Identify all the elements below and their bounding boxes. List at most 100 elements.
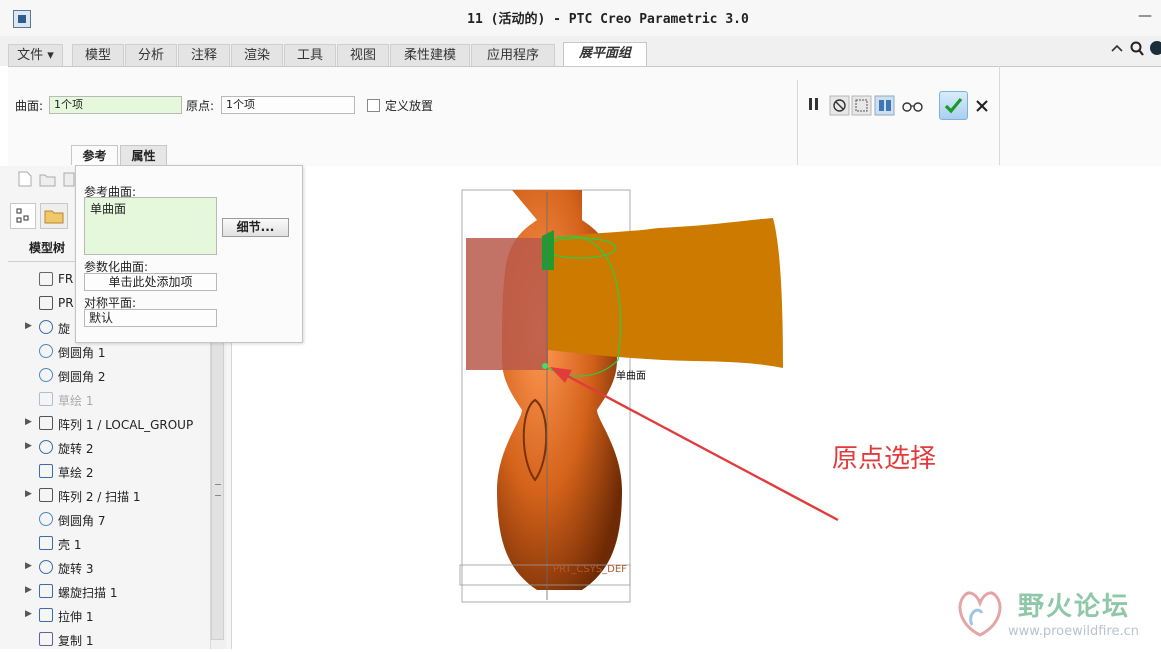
pattern-icon bbox=[39, 488, 53, 502]
tree-item[interactable]: ▶ 阵列 2 / 扫描 1 bbox=[0, 484, 210, 508]
expand-arrow-icon[interactable]: ▶ bbox=[25, 609, 32, 619]
ref-surface-list[interactable]: 单曲面 bbox=[84, 197, 217, 255]
define-placement-checkbox[interactable] bbox=[367, 99, 380, 112]
tab-tools[interactable]: 工具 bbox=[284, 44, 336, 66]
tree-item-label: 草绘 1 bbox=[58, 394, 94, 408]
tree-item-label: 螺旋扫描 1 bbox=[58, 586, 118, 600]
no-preview-icon[interactable] bbox=[829, 95, 850, 116]
ref-surface-item[interactable]: 单曲面 bbox=[90, 200, 126, 217]
tree-item-label: 倒圆角 1 bbox=[58, 346, 106, 360]
verify-glasses-icon[interactable] bbox=[902, 102, 923, 112]
round-icon bbox=[39, 344, 53, 358]
revolve-icon bbox=[39, 440, 53, 454]
expand-arrow-icon[interactable]: ▶ bbox=[25, 321, 32, 331]
nav-tab-model-tree[interactable] bbox=[10, 203, 36, 229]
surface-label: 曲面: bbox=[15, 99, 44, 113]
extrude-icon bbox=[39, 608, 53, 622]
details-button[interactable]: 细节... bbox=[222, 218, 289, 237]
tree-item[interactable]: ▶ 阵列 1 / LOCAL_GROUP bbox=[0, 412, 210, 436]
flattened-surface bbox=[548, 218, 783, 368]
dashboard-tools bbox=[809, 95, 923, 116]
watermark-url: www.proewildfire.cn bbox=[1008, 624, 1139, 639]
expand-arrow-icon[interactable]: ▶ bbox=[25, 561, 32, 571]
tree-item-label: 复制 1 bbox=[58, 634, 94, 648]
tab-view[interactable]: 视图 bbox=[337, 44, 389, 66]
origin-collector[interactable]: 1个项 bbox=[221, 96, 355, 114]
model-viewport[interactable] bbox=[440, 180, 860, 620]
expand-arrow-icon[interactable]: ▶ bbox=[25, 489, 32, 499]
surface-collector[interactable]: 1个项 bbox=[49, 96, 182, 114]
round-icon bbox=[39, 512, 53, 526]
new-file-icon[interactable] bbox=[18, 171, 32, 187]
tree-item-label: 草绘 2 bbox=[58, 466, 94, 480]
scroll-grip bbox=[215, 484, 221, 496]
cancel-button[interactable] bbox=[975, 99, 989, 113]
watermark-logo-icon bbox=[958, 591, 1002, 637]
csys-icon bbox=[39, 296, 53, 310]
tree-item-label: 旋 bbox=[58, 322, 71, 336]
tree-item[interactable]: 草绘 2 bbox=[0, 460, 210, 484]
sketch-icon bbox=[39, 392, 53, 406]
pause-icon[interactable] bbox=[809, 98, 818, 110]
tree-item[interactable]: 倒圆角 2 bbox=[0, 364, 210, 388]
check-icon bbox=[944, 97, 963, 114]
search-icon[interactable] bbox=[1130, 41, 1144, 56]
tree-item[interactable]: ▶ 拉伸 1 bbox=[0, 604, 210, 628]
collapse-ribbon-icon[interactable] bbox=[1111, 44, 1123, 52]
tab-flatten-quilt[interactable]: 展平面组 bbox=[563, 42, 647, 67]
revolve-icon bbox=[39, 320, 53, 334]
tab-annotate[interactable]: 注释 bbox=[178, 44, 230, 66]
tree-item[interactable]: 壳 1 bbox=[0, 532, 210, 556]
revolve-icon bbox=[39, 560, 53, 574]
tab-render[interactable]: 渲染 bbox=[231, 44, 283, 66]
window-title: 11 (活动的) - PTC Creo Parametric 3.0 bbox=[467, 12, 749, 27]
tree-item[interactable]: 草绘 1 bbox=[0, 388, 210, 412]
tab-model[interactable]: 模型 bbox=[72, 44, 124, 66]
tree-item-label: 阵列 2 / 扫描 1 bbox=[58, 490, 141, 504]
tab-analysis[interactable]: 分析 bbox=[125, 44, 177, 66]
copy-icon bbox=[39, 632, 53, 646]
expand-arrow-icon[interactable]: ▶ bbox=[25, 417, 32, 427]
param-surface-collector[interactable]: 单击此处添加项 bbox=[84, 273, 217, 291]
sym-plane-collector[interactable]: 默认 bbox=[84, 309, 217, 327]
plane-icon bbox=[39, 272, 53, 286]
sketch-icon bbox=[39, 464, 53, 478]
shell-icon bbox=[39, 536, 53, 550]
confirm-button[interactable] bbox=[939, 91, 968, 120]
tree-item[interactable]: ▶ 螺旋扫描 1 bbox=[0, 580, 210, 604]
tab-applications[interactable]: 应用程序 bbox=[471, 44, 555, 66]
helical-sweep-icon bbox=[39, 584, 53, 598]
feature-preview-icon[interactable] bbox=[874, 95, 895, 116]
expand-arrow-icon[interactable]: ▶ bbox=[25, 585, 32, 595]
tab-file[interactable]: 文件 ▾ bbox=[8, 44, 63, 66]
nav-tab-folder[interactable] bbox=[40, 203, 68, 229]
folder-icon bbox=[44, 210, 64, 224]
quick-access-toolbar bbox=[18, 171, 75, 187]
tree-item[interactable]: ▶ 旋转 3 bbox=[0, 556, 210, 580]
tree-item-label: PR bbox=[58, 296, 74, 310]
watermark-name: 野火论坛 bbox=[1018, 592, 1131, 622]
open-file-icon[interactable] bbox=[39, 174, 56, 187]
origin-point-icon[interactable] bbox=[542, 363, 548, 369]
tab-flexible-modeling[interactable]: 柔性建模 bbox=[390, 44, 470, 66]
tree-item[interactable]: 倒圆角 7 bbox=[0, 508, 210, 532]
save-icon[interactable] bbox=[63, 172, 75, 187]
tree-item[interactable]: 倒圆角 1 bbox=[0, 340, 210, 364]
annotation-text: 原点选择 bbox=[832, 444, 937, 474]
csys-tag: PRT_CSYS_DEF bbox=[553, 564, 627, 575]
help-icon[interactable] bbox=[1150, 41, 1161, 55]
model-tree-icon bbox=[16, 208, 29, 223]
tree-item-label: 旋转 2 bbox=[58, 442, 94, 456]
tree-item-label: 阵列 1 / LOCAL_GROUP bbox=[58, 418, 194, 432]
pattern-icon bbox=[39, 416, 53, 430]
feature-dashboard bbox=[8, 66, 1161, 167]
subtab-references[interactable]: 参考 bbox=[71, 145, 118, 165]
minimize-button[interactable]: — bbox=[1138, 8, 1152, 24]
ribbon-divider bbox=[797, 80, 798, 165]
tree-item-label: FR bbox=[58, 272, 74, 286]
subtab-properties[interactable]: 属性 bbox=[120, 145, 167, 165]
tree-item[interactable]: ▶ 旋转 2 bbox=[0, 436, 210, 460]
expand-arrow-icon[interactable]: ▶ bbox=[25, 441, 32, 451]
tree-item[interactable]: 复制 1 bbox=[0, 628, 210, 652]
preview-geometry-icon[interactable] bbox=[851, 95, 872, 116]
